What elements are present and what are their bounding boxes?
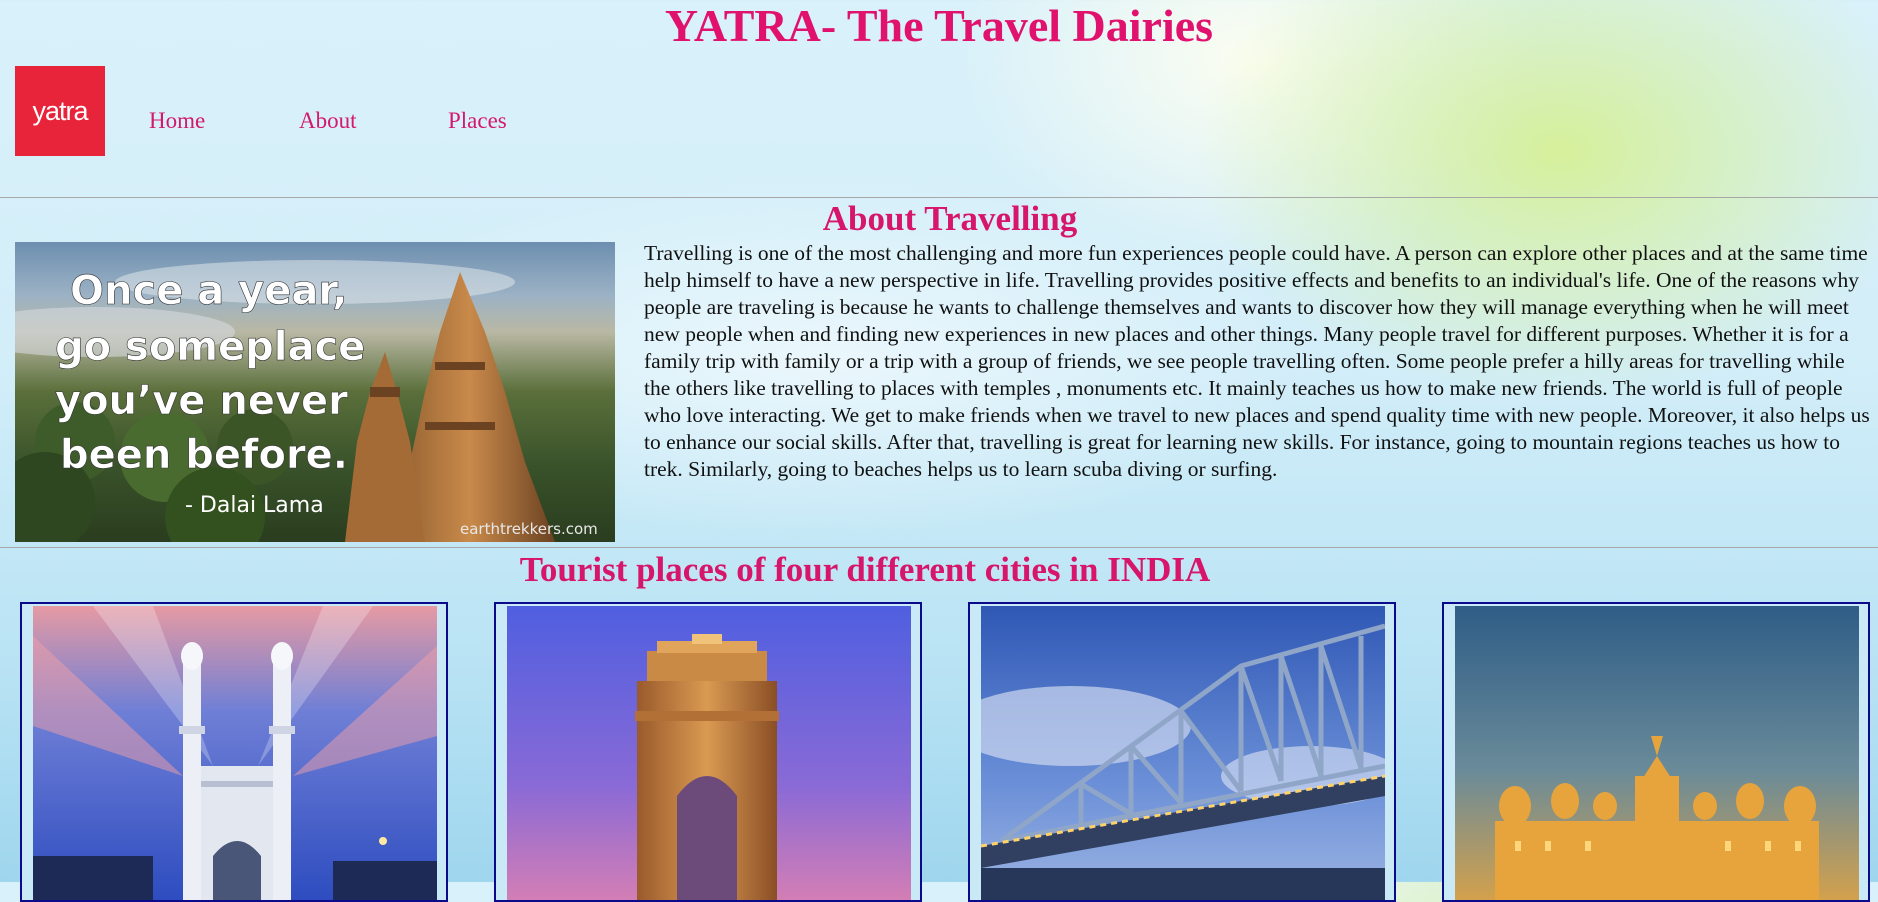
travel-quote-image: Once a year, go someplace you’ve never b… xyxy=(15,242,615,542)
site-title: YATRA- The Travel Dairies xyxy=(664,0,1214,51)
about-heading: About Travelling xyxy=(822,199,1078,238)
place-card-india-gate[interactable] xyxy=(494,602,922,902)
yatra-logo[interactable]: yatra xyxy=(15,66,105,156)
logo-text: yatra xyxy=(32,95,88,126)
nav-places-link[interactable]: Places xyxy=(448,108,507,134)
nav-home-link[interactable]: Home xyxy=(149,108,205,134)
place-card-howrah-bridge[interactable] xyxy=(968,602,1396,902)
quote-attribution: - Dalai Lama xyxy=(185,493,324,518)
places-heading: Tourist places of four different cities … xyxy=(519,550,1211,589)
nav-about-link[interactable]: About xyxy=(299,108,357,134)
place-card-mysore-palace[interactable] xyxy=(1442,602,1870,902)
howrah-bridge-photo-icon xyxy=(981,606,1385,900)
charminar-photo-icon xyxy=(33,606,437,900)
place-card-charminar[interactable] xyxy=(20,602,448,902)
quote-watermark: earthtrekkers.com xyxy=(460,520,598,538)
mysore-palace-photo-icon xyxy=(1455,606,1859,900)
quote-line-1: Once a year, xyxy=(70,268,347,314)
quote-line-3: you’ve never xyxy=(55,378,348,424)
about-paragraph: Travelling is one of the most challengin… xyxy=(644,241,1870,481)
quote-line-2: go someplace xyxy=(55,324,365,370)
india-gate-photo-icon xyxy=(507,606,911,900)
quote-line-4: been before. xyxy=(60,432,348,478)
